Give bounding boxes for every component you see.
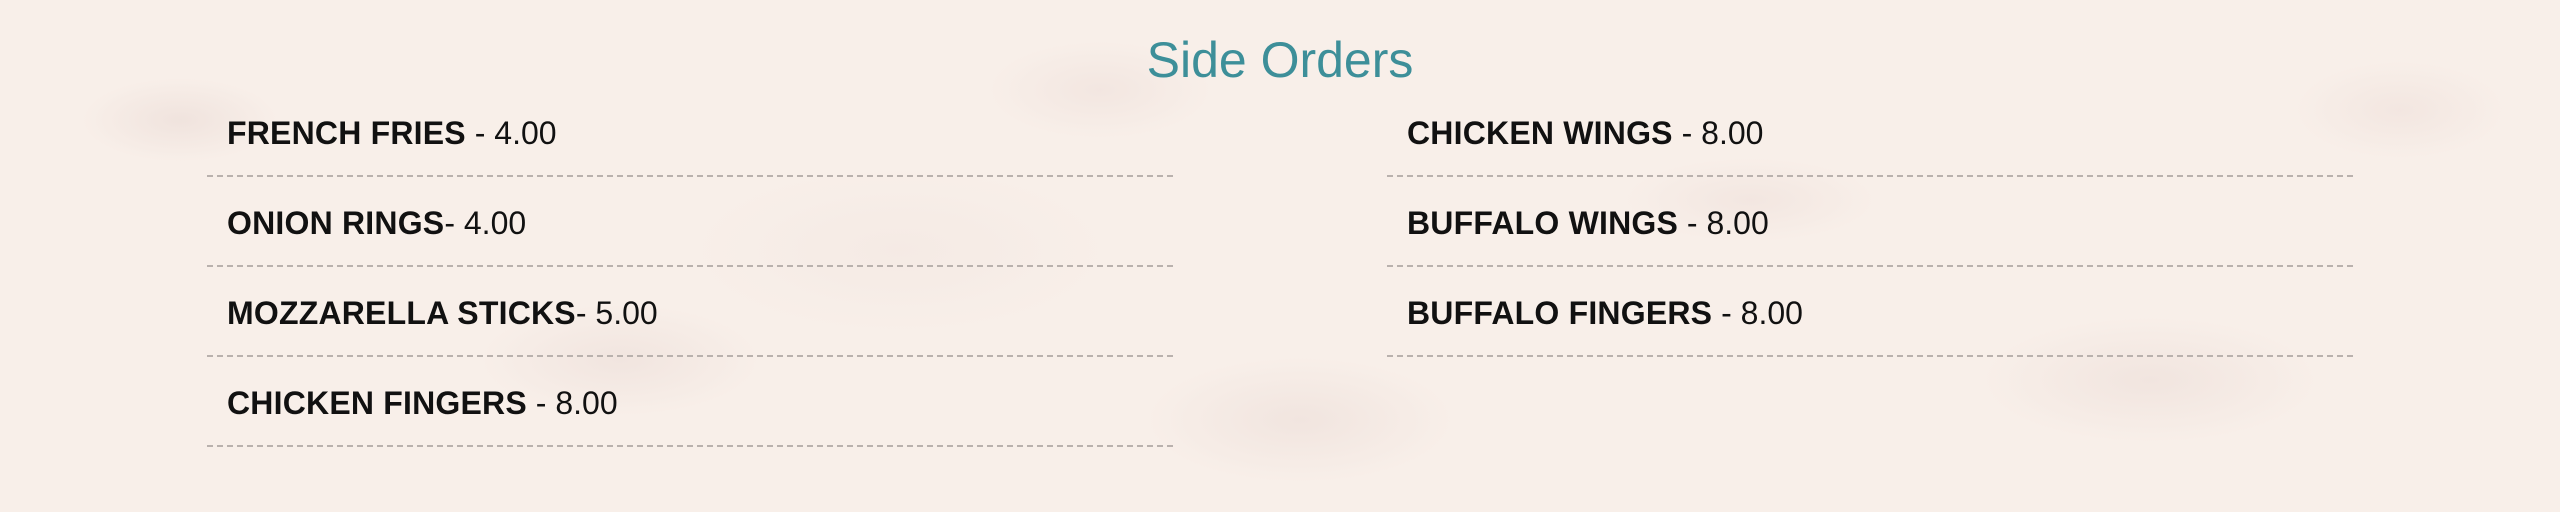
menu-item-name: CHICKEN FINGERS [227, 385, 527, 421]
menu-item-price: - 4.00 [465, 115, 557, 151]
menu-item-name: BUFFALO FINGERS [1407, 295, 1713, 331]
menu-item-name: ONION RINGS [227, 205, 445, 241]
menu-item-price: - 8.00 [1712, 295, 1803, 331]
menu-item-price: - 8.00 [526, 385, 618, 421]
menu-column-left: FRENCH FRIES - 4.00 ONION RINGS - 4.00 MO… [207, 88, 1173, 448]
menu-item-price: - 8.00 [1678, 205, 1769, 241]
menu-item: BUFFALO WINGS - 8.00 [1387, 178, 2353, 267]
menu-item-name: CHICKEN WINGS [1407, 115, 1673, 151]
menu-item: BUFFALO FINGERS - 8.00 [1387, 268, 2353, 357]
menu-item: MOZZARELLA STICKS - 5.00 [207, 268, 1173, 357]
menu-item-name: MOZZARELLA STICKS [227, 295, 576, 331]
menu-item: CHICKEN WINGS - 8.00 [1387, 88, 2353, 177]
menu-item: ONION RINGS - 4.00 [207, 178, 1173, 267]
menu-item: FRENCH FRIES - 4.00 [207, 88, 1173, 177]
menu-column-right: CHICKEN WINGS - 8.00 BUFFALO WINGS - 8.0… [1387, 88, 2353, 358]
menu-item-price: - 5.00 [575, 295, 658, 331]
menu-item: CHICKEN FINGERS - 8.00 [207, 358, 1173, 447]
menu-item-price: - 8.00 [1672, 115, 1764, 151]
menu-item-name: FRENCH FRIES [227, 115, 466, 151]
menu-item-price: - 4.00 [444, 205, 527, 241]
section-title: Side Orders [1146, 32, 1414, 88]
menu-item-name: BUFFALO WINGS [1407, 205, 1679, 241]
